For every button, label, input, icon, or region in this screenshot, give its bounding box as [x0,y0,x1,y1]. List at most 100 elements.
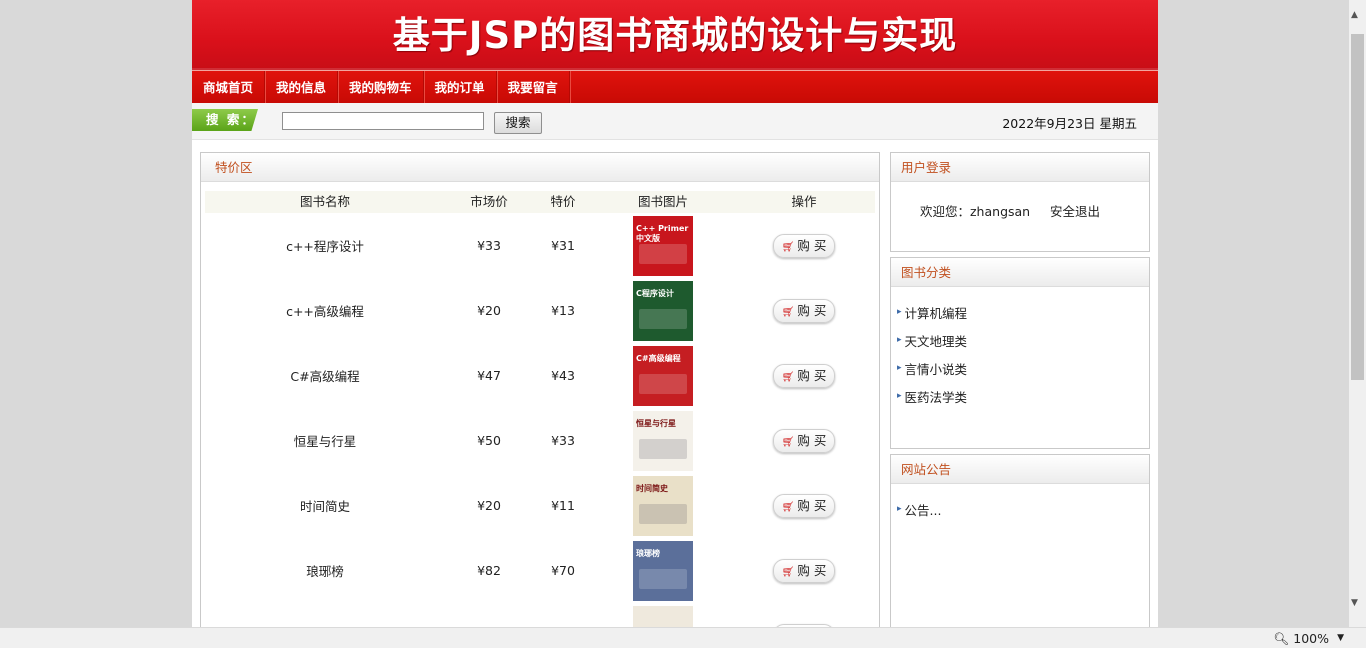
page: 基于JSP的图书商城的设计与实现 商城首页 我的信息 我的购物车 我的订单 我要… [192,0,1158,627]
book-cover-image[interactable]: C#高级编程 [633,345,693,406]
search-input[interactable] [282,112,484,130]
zoom-icon: 🔍︎ [1273,631,1290,646]
special-offer-title: 特价区 [201,153,879,182]
book-cover-art [639,503,687,524]
market-price: ¥33 [477,238,501,253]
category-item[interactable]: ▸ 计算机编程 [897,298,967,326]
book-cover-image[interactable]: 恒星与行星 [633,410,693,471]
scrollbar-thumb[interactable] [1351,34,1364,380]
nav-my-info[interactable]: 我的信息 [265,71,339,103]
buy-button[interactable]: 🛒︎ 购 买 [773,428,835,453]
table-row: 时间简史 ¥20 ¥11 时间简史 🛒︎ 购 买 [205,473,875,538]
category-title: 图书分类 [891,258,1149,287]
category-panel: 图书分类 ▸ 计算机编程 ▸ 天文地理类 ▸ 言情小说类 ▸ 医药法学类 [890,257,1150,449]
cart-icon: 🛒︎ [781,501,795,513]
book-image-cell: 恒星与行星 [593,410,733,471]
market-price: ¥47 [477,368,501,383]
cart-icon: 🛒︎ [781,241,795,253]
welcome-text: 欢迎您：zhangsan [920,204,1031,219]
nav-home[interactable]: 商城首页 [192,71,266,103]
header-action: 操作 [791,194,817,209]
book-cover-title: C++ Primer中文版 [636,223,689,243]
notice-item[interactable]: ▸ 公告... [897,495,941,523]
current-date: 2022年9月23日 星期五 [1002,116,1137,131]
scroll-up-icon[interactable]: ▲ [1351,10,1358,20]
main-nav: 商城首页 我的信息 我的购物车 我的订单 我要留言 [192,70,1158,103]
buy-button[interactable]: 🛒︎ 购 买 [773,363,835,388]
book-cover-title: 恒星与行星 [636,418,676,428]
search-bar: 搜 索： 搜索 2022年9月23日 星期五 [192,103,1158,140]
book-image-cell [593,605,733,627]
cart-icon: 🛒︎ [781,306,795,318]
search-button[interactable]: 搜索 [494,112,542,134]
buy-button[interactable]: 🛒︎ 购 买 [773,493,835,518]
book-cover-art [639,243,687,264]
category-item[interactable]: ▸ 医药法学类 [897,382,967,410]
market-price: ¥20 [477,498,501,513]
table-row: 琅琊榜 ¥82 ¥70 琅琊榜 🛒︎ 购 买 [205,538,875,603]
notice-title: 网站公告 [891,455,1149,484]
cart-icon: 🛒︎ [781,566,795,578]
nav-orders[interactable]: 我的订单 [424,71,497,103]
buy-label: 购 买 [797,302,827,318]
buy-button[interactable]: 🛒︎ 购 买 [773,233,835,258]
action-cell: 🛒︎ 购 买 [733,363,875,388]
buy-label: 购 买 [797,562,827,578]
book-cover-image[interactable]: 琅琊榜 [633,540,693,601]
table-row: 恒星与行星 ¥50 ¥33 恒星与行星 🛒︎ 购 买 [205,408,875,473]
buy-button[interactable]: 🛒︎ 购 买 [773,298,835,323]
scroll-down-icon[interactable]: ▼ [1351,598,1358,608]
table-row: c++程序设计 ¥33 ¥31 C++ Primer中文版 🛒︎ 购 买 [205,213,875,278]
bullet-icon: ▸ [897,391,902,401]
market-price: ¥82 [477,563,501,578]
special-offer-panel: 特价区 图书名称 市场价 特价 图书图片 操作 c++程序设计 ¥33 ¥31 C++… [200,152,880,627]
book-name: 琅琊榜 [306,564,344,579]
book-name: c++程序设计 [286,239,364,254]
header-market-price: 市场价 [470,194,508,209]
action-cell: 🛒︎ 购 买 [733,298,875,323]
special-price: ¥70 [551,563,575,578]
book-cover-title: C#高级编程 [636,353,681,363]
book-cover-image[interactable]: 时间简史 [633,475,693,536]
notice-panel: 网站公告 ▸ 公告... [890,454,1150,627]
book-cover-image[interactable]: C程序设计 [633,280,693,341]
book-image-cell: C程序设计 [593,280,733,341]
action-cell: 🛒︎ 购 买 [733,233,875,258]
book-cover-art [639,373,687,394]
book-cover-image[interactable] [633,605,693,627]
category-item[interactable]: ▸ 天文地理类 [897,326,967,354]
login-title: 用户登录 [891,153,1149,182]
book-image-cell: C++ Primer中文版 [593,215,733,276]
bullet-icon: ▸ [897,504,902,514]
book-cover-title: C程序设计 [636,288,674,298]
special-price: ¥43 [551,368,575,383]
logout-link[interactable]: 安全退出 [1050,201,1100,220]
book-cover-art [639,438,687,459]
action-cell: 🛒︎ 购 买 [733,558,875,583]
chevron-down-icon[interactable]: ▼ [1337,633,1344,643]
status-bar: 🔍︎ 100% ▼ [0,627,1366,648]
table-row: C#高级编程 ¥47 ¥43 C#高级编程 🛒︎ 购 买 [205,343,875,408]
book-name: C#高级编程 [290,369,360,384]
book-cover-image[interactable]: C++ Primer中文版 [633,215,693,276]
header-book-image: 图书图片 [637,194,688,209]
nav-cart[interactable]: 我的购物车 [338,71,424,103]
cart-icon: 🛒︎ [781,436,795,448]
login-panel: 用户登录 欢迎您：zhangsan 安全退出 [890,152,1150,252]
search-label: 搜 索： [192,109,258,131]
table-row [205,603,875,627]
special-price: ¥11 [551,498,575,513]
header-book-name: 图书名称 [299,194,350,209]
book-cover-art [639,308,687,329]
cart-icon: 🛒︎ [781,371,795,383]
book-image-cell: C#高级编程 [593,345,733,406]
bullet-icon: ▸ [897,363,902,373]
special-price: ¥33 [551,433,575,448]
buy-label: 购 买 [797,497,827,513]
nav-message[interactable]: 我要留言 [497,71,570,103]
action-cell: 🛒︎ 购 买 [733,428,875,453]
buy-button[interactable]: 🛒︎ 购 买 [773,558,835,583]
buy-label: 购 买 [797,432,827,448]
category-item[interactable]: ▸ 言情小说类 [897,354,967,382]
zoom-level[interactable]: 🔍︎ 100% [1273,631,1329,647]
